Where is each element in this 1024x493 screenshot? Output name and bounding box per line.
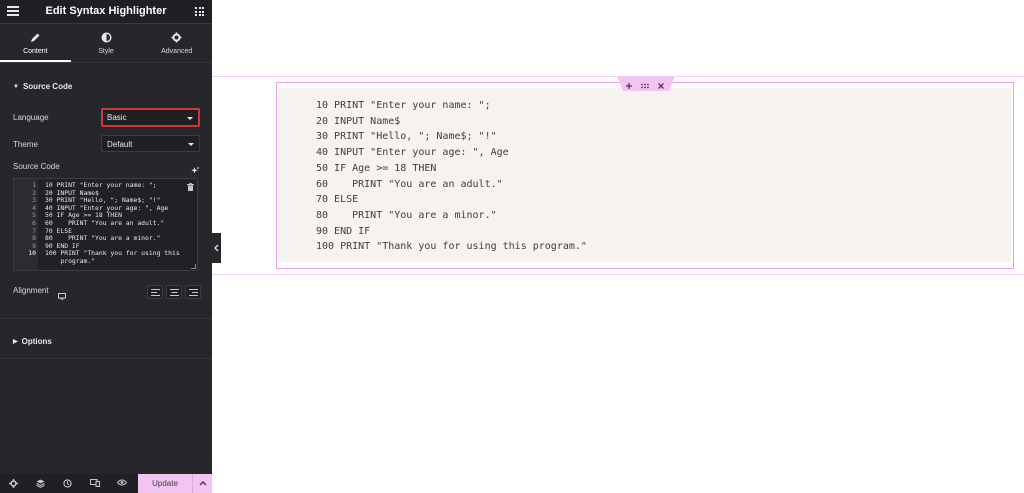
edit-panel: Edit Syntax Highlighter Content Style Ad…	[0, 0, 212, 493]
panel-title: Edit Syntax Highlighter	[45, 5, 167, 17]
code-output-line: 100 PRINT "Thank you for using this prog…	[316, 241, 587, 253]
code-output-line: 40 INPUT "Enter your age: ", Age	[316, 147, 509, 159]
tabs-divider	[0, 62, 212, 63]
elementor-editor: Edit Syntax Highlighter Content Style Ad…	[0, 0, 1024, 493]
layers-icon[interactable]	[27, 474, 54, 493]
tab-content-label: Content	[23, 48, 48, 55]
chevron-up-icon	[199, 481, 207, 486]
theme-select-value: Default	[107, 140, 133, 149]
section-options-title: Options	[21, 337, 52, 346]
section-divider	[0, 358, 212, 359]
language-label: Language	[13, 113, 49, 122]
widgets-grid-icon[interactable]	[195, 7, 204, 16]
code-output-line: 80 PRINT "You are a minor."	[316, 209, 497, 221]
code-output-line: 30 PRINT "Hello, "; Name$; "!"	[316, 131, 497, 143]
section-boundary-line	[212, 274, 1024, 275]
caret-right-icon: ▶	[13, 339, 18, 345]
panel-footer: Update	[0, 474, 212, 493]
code-output-line: 50 IF Age >= 18 THEN	[316, 162, 437, 174]
align-center-icon	[170, 289, 179, 296]
desktop-device-icon[interactable]	[58, 287, 66, 305]
code-output-line: 20 INPUT Name$	[316, 115, 401, 127]
history-icon[interactable]	[54, 474, 81, 493]
preview-eye-icon[interactable]	[108, 474, 135, 493]
chevron-left-icon	[214, 244, 219, 252]
add-widget-icon[interactable]	[623, 78, 635, 89]
theme-select[interactable]: Default	[101, 135, 200, 152]
ai-sparkle-icon[interactable]	[191, 162, 200, 174]
trash-icon[interactable]	[187, 183, 194, 191]
close-icon[interactable]	[655, 78, 667, 89]
caret-down-icon: ▼	[13, 84, 19, 90]
gear-icon	[141, 30, 212, 48]
tab-advanced[interactable]: Advanced	[141, 25, 212, 62]
update-options-button[interactable]	[192, 474, 212, 493]
section-options-toggle[interactable]: ▶ Options	[13, 337, 52, 346]
editor-line: program."	[45, 257, 96, 265]
alignment-label: Alignment	[13, 286, 49, 295]
section-divider	[0, 318, 212, 319]
update-button[interactable]: Update	[138, 474, 192, 493]
collapse-panel-button[interactable]	[212, 233, 221, 263]
align-center-button[interactable]	[166, 285, 182, 299]
source-code-editor[interactable]: 1 10 PRINT "Enter your name: "; 2 20 INPUT…	[13, 178, 198, 271]
widget-handle	[617, 76, 675, 91]
theme-label: Theme	[13, 140, 38, 149]
panel-header: Edit Syntax Highlighter	[0, 0, 212, 24]
tab-content[interactable]: Content	[0, 25, 71, 62]
language-select-value: Basic	[107, 113, 127, 122]
tab-advanced-label: Advanced	[161, 48, 193, 55]
syntax-highlighter-output[interactable]: 10 PRINT "Enter your name: "; 20 INPUT N…	[278, 88, 1011, 262]
drag-handle-icon[interactable]	[639, 78, 651, 89]
tab-style[interactable]: Style	[71, 25, 142, 62]
source-code-label: Source Code	[13, 162, 60, 171]
half-circle-icon	[71, 30, 142, 48]
code-output-line: 10 PRINT "Enter your name: ";	[316, 100, 491, 111]
section-source-code-title: Source Code	[22, 82, 73, 91]
align-left-button[interactable]	[147, 285, 163, 299]
code-output-line: 70 ELSE	[316, 194, 359, 206]
panel-tabs: Content Style Advanced	[0, 25, 212, 62]
align-right-icon	[189, 289, 198, 296]
chevron-down-icon	[188, 143, 194, 146]
tab-style-label: Style	[98, 48, 114, 55]
alignment-buttons	[147, 285, 201, 299]
code-output-line: 60 PRINT "You are an adult."	[316, 178, 503, 190]
responsive-icon[interactable]	[81, 474, 108, 493]
align-right-button[interactable]	[185, 285, 201, 299]
align-left-icon	[151, 289, 160, 296]
language-select[interactable]: Basic	[101, 108, 200, 127]
code-output-line: 90 END IF	[316, 225, 371, 237]
chevron-down-icon	[187, 117, 193, 120]
resize-handle-icon[interactable]	[191, 264, 196, 269]
pencil-icon	[0, 30, 71, 48]
section-source-code-toggle[interactable]: ▼ Source Code	[13, 82, 72, 91]
settings-icon[interactable]	[0, 474, 27, 493]
